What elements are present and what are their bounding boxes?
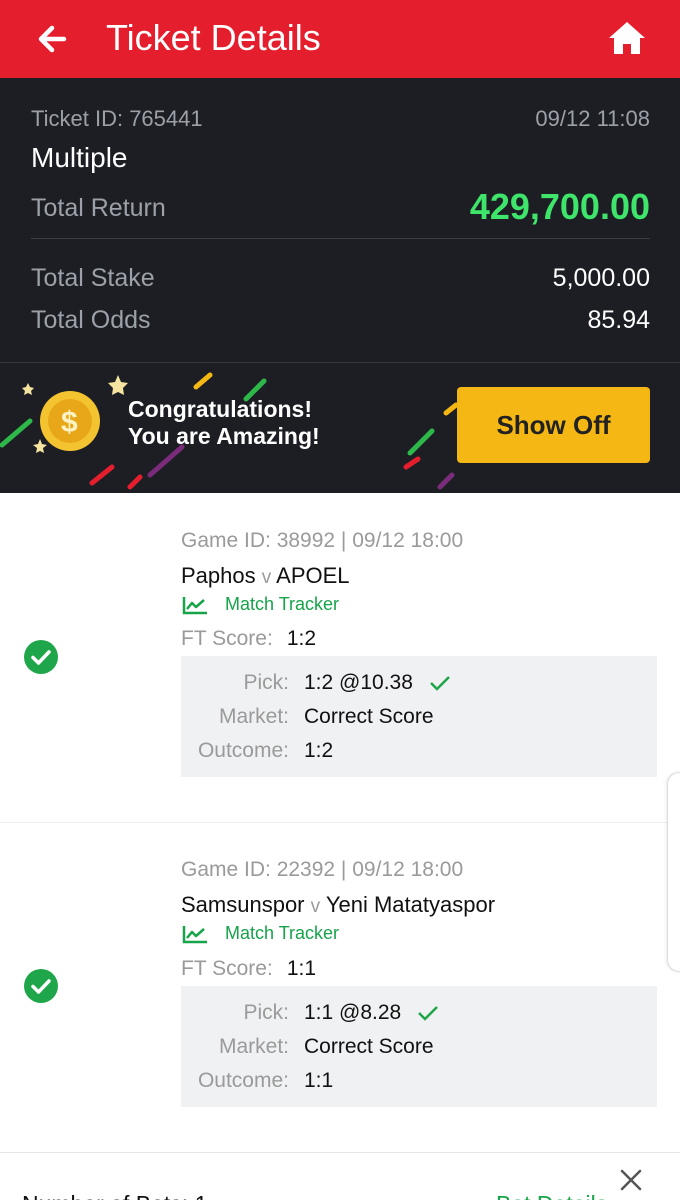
chart-line-icon <box>182 596 207 614</box>
check-icon <box>430 676 450 692</box>
match-teams: Paphos v APOEL <box>181 563 350 589</box>
ft-score-label: FT Score: <box>181 627 273 650</box>
congrats-line-1: Congratulations! <box>128 396 312 422</box>
pick-text: 1:2 @10.38 <box>304 671 413 694</box>
divider <box>31 238 650 239</box>
show-off-button[interactable]: Show Off <box>457 387 650 463</box>
ft-score-value: 1:2 <box>286 627 317 650</box>
away-team: Yeni Matatyaspor <box>325 892 496 917</box>
pick-value: 1:1 @8.28 <box>304 1001 439 1025</box>
pick-text: 1:1 @8.28 <box>304 1001 402 1024</box>
congrats-message: Congratulations! You are Amazing! <box>128 396 320 450</box>
market-label: Market: <box>218 705 289 728</box>
ticket-datetime: 09/12 11:08 <box>535 106 650 131</box>
total-odds-label: Total Odds <box>31 306 151 334</box>
market-value: Correct Score <box>304 1035 434 1058</box>
svg-text:$: $ <box>61 406 78 439</box>
app-bar: Ticket Details <box>0 0 680 78</box>
outcome-value: 1:1 <box>304 1069 334 1092</box>
arrow-left-icon[interactable] <box>30 14 80 64</box>
congrats-line-2: You are Amazing! <box>128 423 320 449</box>
market-label: Market: <box>218 1035 289 1058</box>
ft-score: FT Score: 1:1 <box>181 957 316 981</box>
bottom-bar: Number of Bets: 1 Bet Details <box>0 1152 680 1200</box>
game-id: Game ID: 38992 | 09/12 18:00 <box>181 529 464 552</box>
market-value: Correct Score <box>304 705 434 728</box>
close-icon[interactable] <box>616 1165 646 1195</box>
home-team: Samsunspor <box>181 892 305 917</box>
outcome-label: Outcome: <box>197 1069 289 1092</box>
outcome-label: Outcome: <box>197 739 289 762</box>
check-circle-icon <box>24 969 58 1003</box>
page-title: Ticket Details <box>106 17 321 58</box>
total-stake-value: 5,000.00 <box>552 264 650 292</box>
away-team: APOEL <box>276 563 350 588</box>
match-tracker-label: Match Tracker <box>225 594 340 614</box>
ft-score-label: FT Score: <box>181 957 273 980</box>
versus: v <box>261 567 272 588</box>
bet-count: Number of Bets: 1 <box>22 1191 207 1200</box>
pick-value: 1:2 @10.38 <box>304 671 451 695</box>
pick-label: Pick: <box>243 671 289 694</box>
chart-line-icon <box>182 925 207 943</box>
total-stake-label: Total Stake <box>31 264 155 292</box>
ft-score: FT Score: 1:2 <box>181 627 316 651</box>
check-icon <box>418 1006 439 1022</box>
pick-label: Pick: <box>243 1001 289 1024</box>
home-team: Paphos <box>181 563 256 588</box>
total-return-label: Total Return <box>31 194 166 222</box>
match-tracker-link[interactable]: Match Tracker <box>182 594 339 615</box>
ticket-type: Multiple <box>31 142 128 173</box>
check-circle-icon <box>24 640 58 674</box>
bet-details-link[interactable]: Bet Details <box>496 1191 607 1200</box>
game-id: Game ID: 22392 | 09/12 18:00 <box>181 858 464 881</box>
ticket-id: Ticket ID: 765441 <box>31 106 203 131</box>
match-teams: Samsunspor v Yeni Matatyaspor <box>181 892 495 918</box>
home-icon[interactable] <box>600 12 654 66</box>
versus: v <box>310 896 321 917</box>
pick-details: Pick: 1:1 @8.28 Market: Correct Score Ou… <box>181 986 657 1107</box>
ft-score-value: 1:1 <box>286 957 317 980</box>
outcome-value: 1:2 <box>304 739 334 762</box>
match-tracker-label: Match Tracker <box>225 923 340 943</box>
match-tracker-link[interactable]: Match Tracker <box>182 923 339 944</box>
scroll-handle[interactable] <box>667 772 680 972</box>
total-return-value: 429,700.00 <box>469 186 650 227</box>
bet-item: Game ID: 22392 | 09/12 18:00 Samsunspor … <box>0 823 680 1151</box>
pick-details: Pick: 1:2 @10.38 Market: Correct Score O… <box>181 656 657 777</box>
total-odds-value: 85.94 <box>587 306 650 334</box>
ticket-summary: Ticket ID: 765441 09/12 11:08 Multiple T… <box>0 78 680 493</box>
bet-item: Game ID: 38992 | 09/12 18:00 Paphos v AP… <box>0 493 680 821</box>
